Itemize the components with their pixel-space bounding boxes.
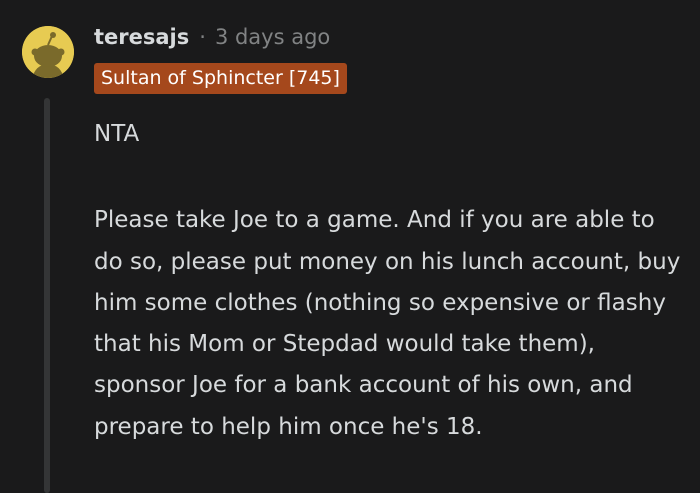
comment-body: NTA Please take Joe to a game. And if yo…: [94, 114, 684, 448]
username-link[interactable]: teresajs: [94, 25, 189, 49]
comment-paragraph: Please take Joe to a game. And if you ar…: [94, 207, 681, 440]
user-flair-badge: Sultan of Sphincter [745]: [94, 63, 347, 94]
comment-paragraph: NTA: [94, 121, 140, 147]
meta-separator: ·: [199, 25, 206, 49]
comment-timestamp[interactable]: 3 days ago: [215, 25, 330, 49]
user-avatar-icon[interactable]: [22, 26, 74, 78]
thread-line[interactable]: [44, 98, 50, 493]
comment-header: teresajs · 3 days ago: [94, 20, 330, 54]
